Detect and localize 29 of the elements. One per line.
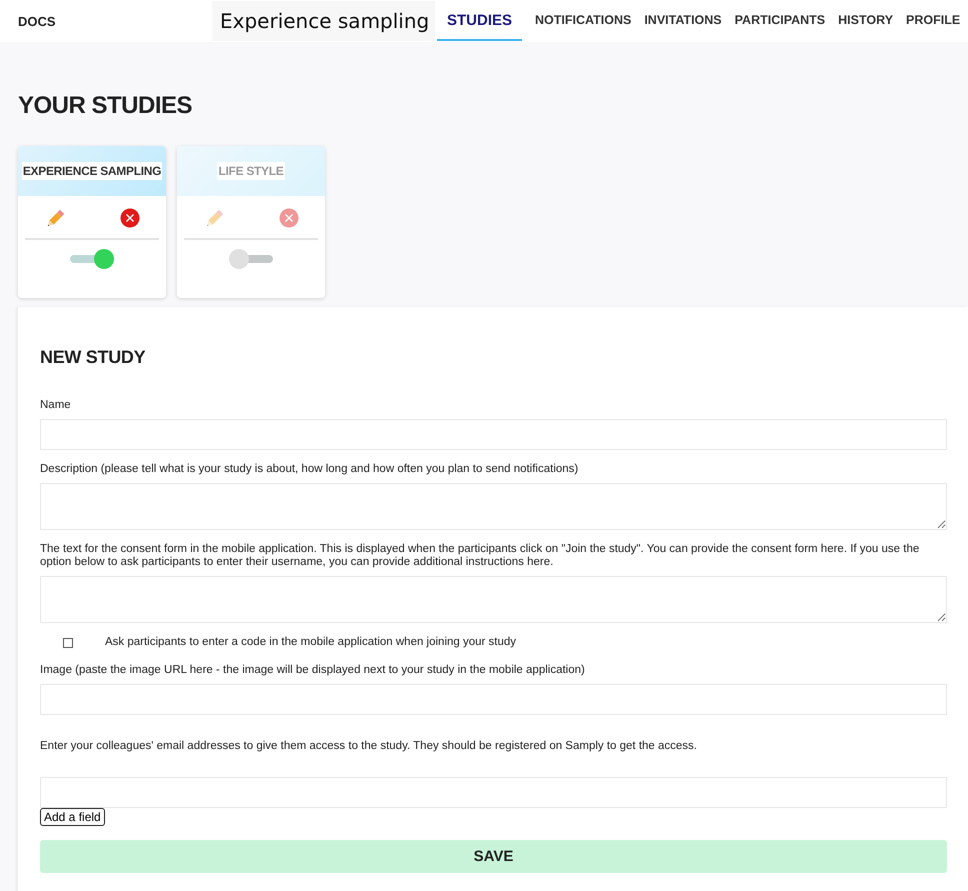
text-area[interactable] <box>40 483 947 530</box>
active-toggle[interactable] <box>229 249 273 269</box>
text-area[interactable] <box>40 576 947 623</box>
nav-tab[interactable]: INVITATIONS <box>644 1 722 41</box>
form-heading: NEW STUDY <box>40 347 146 368</box>
checkbox[interactable] <box>63 638 73 648</box>
input-field[interactable] <box>40 777 947 808</box>
field-label: Enter your colleagues' email addresses to give them access to the study. They should be registered on Samply to get the access. <box>40 740 698 753</box>
study-title: EXPERIENCE SAMPLING <box>22 162 162 180</box>
input-field[interactable] <box>40 419 947 450</box>
checkbox-label: Ask participants to enter a code in the mobile application when joining your study <box>105 636 516 649</box>
delete-icon[interactable] <box>120 208 140 228</box>
study-title: LIFE STYLE <box>217 162 284 180</box>
nav-tab[interactable]: NOTIFICATIONS <box>535 1 632 41</box>
save-button[interactable]: SAVE <box>40 840 947 873</box>
field-label: Description (please tell what is your study is about, how long and how often you plan to send notifications) <box>40 463 580 476</box>
input-field[interactable] <box>40 684 947 715</box>
nav-tab[interactable]: PARTICIPANTS <box>734 1 826 41</box>
field-label: The text for the consent form in the mobile application. This is displayed when the participants click on "Join the study". You can provide the consent form here. If you use the option below to ask participants to enter their username, you can provide additional instructions here. <box>40 543 920 569</box>
docs-link[interactable]: DOCS <box>18 14 212 28</box>
nav-tab[interactable]: HISTORY <box>838 1 894 41</box>
page-heading: YOUR STUDIES <box>18 92 194 120</box>
active-toggle[interactable] <box>70 249 114 269</box>
field-label: Name <box>40 399 72 412</box>
add-field-button[interactable]: Add a field <box>40 808 105 826</box>
field-label: Image (paste the image URL here - the image will be displayed next to your study in the mobile application) <box>40 664 586 677</box>
delete-icon[interactable] <box>279 208 299 228</box>
study-dropdown[interactable]: Experience sampling <box>212 1 435 41</box>
nav-tab[interactable]: PROFILE <box>906 1 960 41</box>
